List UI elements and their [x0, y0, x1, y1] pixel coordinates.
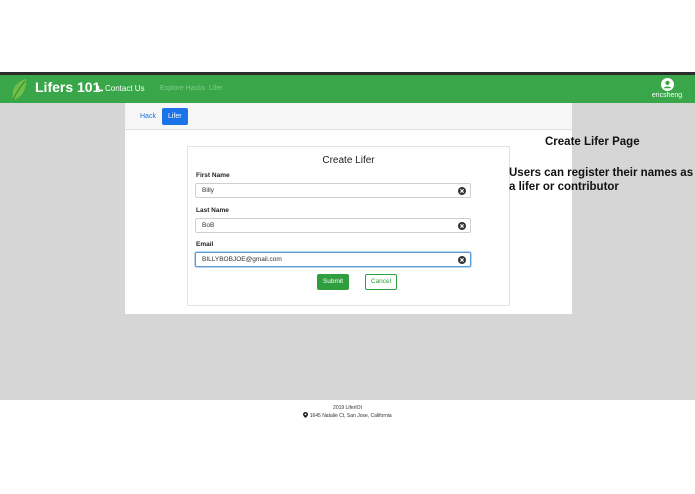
map-marker-icon — [303, 412, 309, 418]
contact-us-label: Contact Us — [105, 84, 145, 93]
create-lifer-form: Create Lifer First Name Billy Last Name … — [187, 146, 510, 306]
annotation-heading: Create Lifer Page — [545, 136, 640, 148]
email-input[interactable]: BILLYBOBJOE@gmail.com — [195, 252, 471, 267]
phone-icon — [96, 85, 103, 92]
cancel-button[interactable]: Cancel — [365, 274, 397, 290]
contact-us-link[interactable]: Contact Us — [96, 84, 145, 93]
navbar: Lifers 101 Contact Us Explore Hacks Life… — [0, 75, 695, 103]
user-avatar-icon — [660, 78, 674, 91]
first-name-input[interactable]: Billy — [195, 183, 471, 198]
submit-button[interactable]: Submit — [317, 274, 349, 290]
form-title: Create Lifer — [322, 155, 375, 166]
email-value: BILLYBOBJOE@gmail.com — [202, 256, 282, 263]
clear-icon[interactable] — [458, 222, 466, 230]
last-name-label: Last Name — [196, 207, 229, 214]
brand-title[interactable]: Lifers 101 — [35, 79, 100, 95]
last-name-input[interactable]: BoB — [195, 218, 471, 233]
footer-address: 1645 Natalie Ct, San Jose, California — [0, 412, 695, 419]
clear-icon[interactable] — [458, 256, 466, 264]
explore-hacks-link[interactable]: Explore Hacks — [160, 85, 205, 92]
clear-icon[interactable] — [458, 187, 466, 195]
annotation-description: Users can register their names as a life… — [509, 167, 694, 193]
tab-hack[interactable]: Hack — [136, 109, 160, 125]
lifer-nav-link[interactable]: Lifer — [209, 85, 223, 92]
tab-lifer[interactable]: Lifer — [162, 108, 188, 125]
first-name-value: Billy — [202, 187, 214, 194]
tab-bar: Hack Lifer — [125, 103, 572, 130]
footer: 2019 LiferIOt 1645 Natalie Ct, San Jose,… — [0, 400, 695, 422]
footer-address-text: 1645 Natalie Ct, San Jose, California — [309, 413, 392, 419]
app-screen: Lifers 101 Contact Us Explore Hacks Life… — [0, 0, 695, 494]
last-name-value: BoB — [202, 222, 215, 229]
username-label: ericsheng — [651, 92, 683, 99]
leaf-logo-icon[interactable] — [10, 78, 28, 102]
main-card: Hack Lifer Create Lifer First Name Billy… — [125, 103, 572, 314]
user-menu[interactable]: ericsheng — [648, 78, 686, 99]
first-name-label: First Name — [196, 172, 230, 179]
footer-copyright: 2019 LiferIOt — [333, 405, 362, 411]
email-label: Email — [196, 241, 214, 248]
